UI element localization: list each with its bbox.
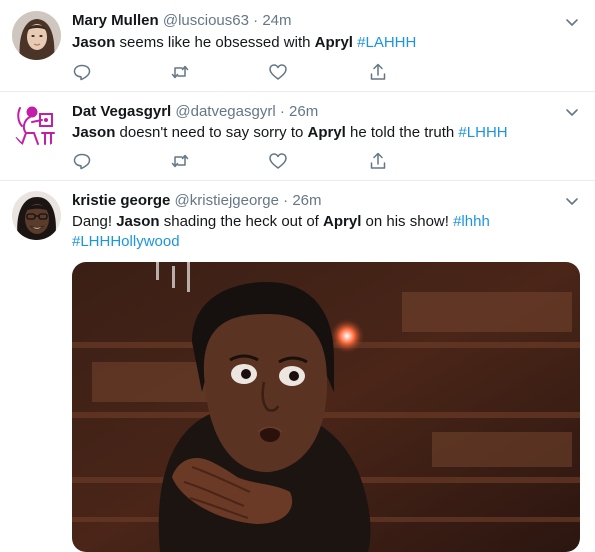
bold-text: Jason: [116, 213, 160, 230]
tweet-1[interactable]: Mary Mullen @luscious63 · 24m Jason seem…: [0, 0, 595, 91]
user-handle[interactable]: @luscious63: [163, 12, 249, 29]
user-handle[interactable]: @kristiejgeorge: [175, 192, 279, 209]
tweet-text-segment: seems like he obsessed with: [115, 34, 315, 51]
gif-still-image: [72, 262, 580, 552]
tweet-text-segment: shading the heck out of: [159, 213, 324, 230]
tweet-actions: [72, 62, 392, 82]
share-icon[interactable]: [368, 151, 388, 171]
hashtag-link[interactable]: #LHHH: [458, 124, 507, 141]
tweet-header: kristie george @kristiejgeorge · 26m: [72, 191, 322, 211]
tweet-text-segment: doesn't need to say sorry to: [115, 124, 308, 141]
user-name[interactable]: Mary Mullen: [72, 12, 159, 29]
tweet-text: Jason doesn't need to say sorry to Apryl…: [72, 123, 572, 143]
reply-icon[interactable]: [72, 151, 92, 171]
like-icon[interactable]: [268, 151, 288, 171]
tweet-header: Dat Vegasgyrl @datvegasgyrl · 26m: [72, 102, 318, 122]
share-icon[interactable]: [368, 62, 388, 82]
tweet-header: Mary Mullen @luscious63 · 24m: [72, 11, 292, 31]
user-handle[interactable]: @datvegasgyrl: [175, 103, 275, 120]
tweet-text: Jason seems like he obsessed with Apryl …: [72, 33, 572, 53]
reply-icon[interactable]: [72, 62, 92, 82]
bold-text: Apryl: [314, 34, 353, 51]
separator: ·: [248, 12, 263, 29]
timestamp[interactable]: 24m: [262, 12, 291, 29]
tweet-2[interactable]: Dat Vegasgyrl @datvegasgyrl · 26m Jason …: [0, 92, 595, 180]
tweet-text-segment: Dang!: [72, 213, 117, 230]
bold-text: Jason: [72, 124, 116, 141]
avatar[interactable]: [12, 100, 61, 149]
bold-text: Apryl: [323, 213, 362, 230]
tweet-actions: [72, 151, 392, 171]
separator: ·: [275, 103, 290, 120]
hashtag-link[interactable]: #LHHHollywood: [72, 233, 180, 250]
retweet-icon[interactable]: [170, 62, 190, 82]
hashtag-link[interactable]: #lhhh: [453, 213, 490, 230]
timestamp[interactable]: 26m: [289, 103, 318, 120]
bold-text: Apryl: [307, 124, 346, 141]
retweet-icon[interactable]: [170, 151, 190, 171]
avatar[interactable]: [12, 191, 61, 240]
tweet-text-segment: he told the truth: [345, 124, 459, 141]
user-name[interactable]: Dat Vegasgyrl: [72, 103, 171, 120]
chevron-down-icon[interactable]: [563, 103, 581, 121]
like-icon[interactable]: [268, 62, 288, 82]
chevron-down-icon[interactable]: [563, 13, 581, 31]
separator: ·: [278, 192, 293, 209]
tweet-text: Dang! Jason shading the heck out of Apry…: [72, 212, 572, 252]
chevron-down-icon[interactable]: [563, 192, 581, 210]
hashtag-link[interactable]: #LAHHH: [357, 34, 416, 51]
tweet-media-gif[interactable]: [72, 262, 580, 552]
bold-text: Jason: [72, 34, 116, 51]
user-name[interactable]: kristie george: [72, 192, 170, 209]
avatar[interactable]: [12, 11, 61, 60]
tweet-text-segment: on his show!: [361, 213, 454, 230]
timestamp[interactable]: 26m: [292, 192, 321, 209]
